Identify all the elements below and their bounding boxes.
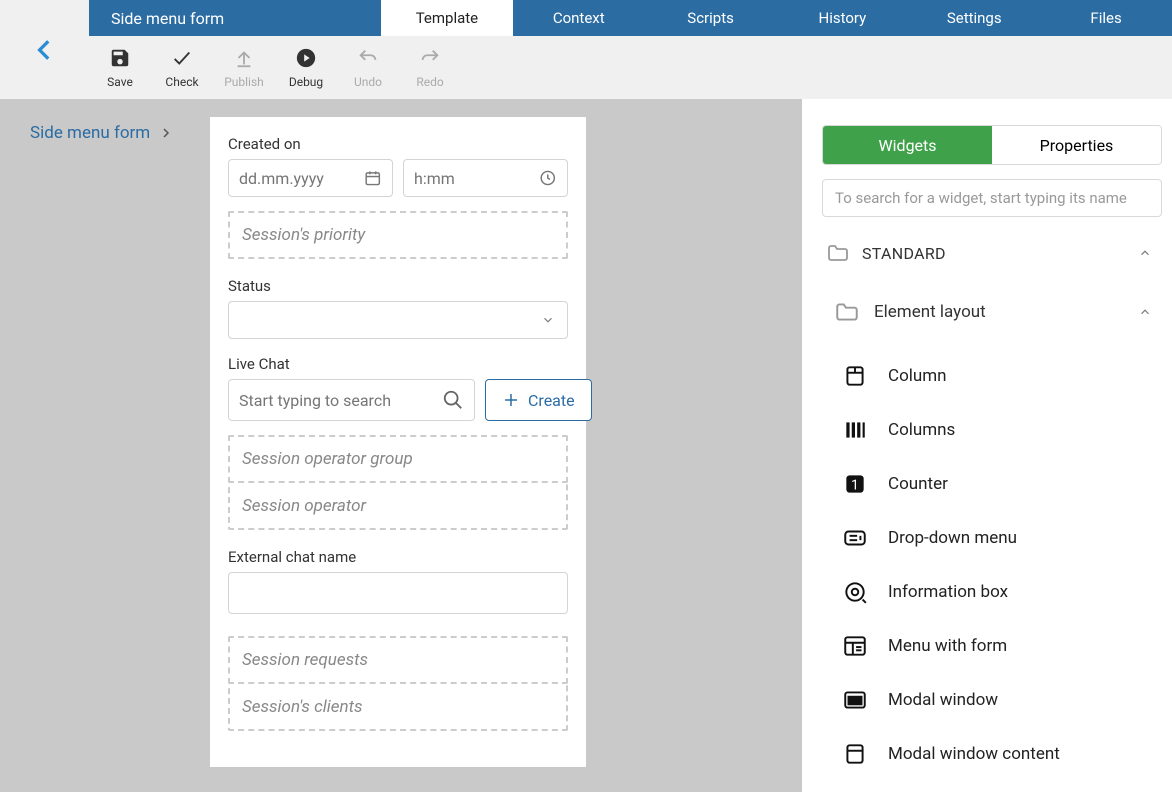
right-panel: Widgets Properties To search for a widge… <box>802 99 1172 792</box>
created-on-label: Created on <box>228 135 568 153</box>
status-select[interactable] <box>228 301 568 339</box>
dropdown-icon <box>842 525 868 551</box>
modalcontent-icon <box>842 741 868 767</box>
columns-icon <box>842 417 868 443</box>
redo-icon <box>419 47 441 69</box>
form-card: Created on Session's priority Status Liv… <box>210 117 586 767</box>
operator-group-slot[interactable]: Session operator group <box>228 435 568 483</box>
chevron-left-icon <box>32 37 58 63</box>
requests-slot[interactable]: Session requests <box>228 636 568 684</box>
tab-scripts[interactable]: Scripts <box>645 0 777 36</box>
operator-slot[interactable]: Session operator <box>228 483 568 530</box>
priority-slot[interactable]: Session's priority <box>228 211 568 259</box>
search-icon <box>442 389 464 411</box>
clients-slot[interactable]: Session's clients <box>228 684 568 731</box>
check-icon <box>171 47 193 69</box>
redo-button[interactable]: Redo <box>399 36 461 99</box>
page-title: Side menu form <box>89 0 381 36</box>
widget-menuform[interactable]: Menu with form <box>822 619 1162 673</box>
clock-icon <box>539 168 557 188</box>
create-button[interactable]: Create <box>485 379 592 421</box>
back-button[interactable] <box>0 0 89 99</box>
svg-text:1: 1 <box>851 477 859 493</box>
tab-files[interactable]: Files <box>1040 0 1172 36</box>
widget-counter[interactable]: 1 Counter <box>822 457 1162 511</box>
undo-icon <box>357 47 379 69</box>
tab-context[interactable]: Context <box>513 0 645 36</box>
plus-icon <box>502 391 520 409</box>
tab-history[interactable]: History <box>776 0 908 36</box>
date-input[interactable] <box>228 159 393 197</box>
save-icon <box>109 47 131 69</box>
publish-icon <box>233 47 255 69</box>
tab-widgets[interactable]: Widgets <box>823 126 992 164</box>
livechat-search[interactable] <box>228 379 475 421</box>
widget-dropdown[interactable]: Drop-down menu <box>822 511 1162 565</box>
widget-columns[interactable]: Columns <box>822 403 1162 457</box>
check-button[interactable]: Check <box>151 36 213 99</box>
widget-infobox[interactable]: Information box <box>822 565 1162 619</box>
counter-icon: 1 <box>842 471 868 497</box>
debug-icon <box>295 47 317 69</box>
tab-properties[interactable]: Properties <box>992 126 1161 164</box>
column-icon <box>842 363 868 389</box>
undo-button[interactable]: Undo <box>337 36 399 99</box>
chevron-right-icon <box>160 127 172 139</box>
tab-template[interactable]: Template <box>381 0 513 36</box>
chevron-down-icon <box>541 313 555 327</box>
calendar-icon <box>364 168 382 188</box>
tab-settings[interactable]: Settings <box>908 0 1040 36</box>
save-button[interactable]: Save <box>89 36 151 99</box>
status-label: Status <box>228 277 568 295</box>
widget-search[interactable]: To search for a widget, start typing its… <box>822 179 1162 217</box>
widget-column[interactable]: Column <box>822 349 1162 403</box>
widget-modalcontent[interactable]: Modal window content <box>822 727 1162 781</box>
publish-button[interactable]: Publish <box>213 36 275 99</box>
folder-icon <box>834 299 860 325</box>
folder-icon <box>826 241 850 265</box>
debug-button[interactable]: Debug <box>275 36 337 99</box>
subsection-layout[interactable]: Element layout <box>822 295 1162 329</box>
external-name-input[interactable] <box>228 572 568 614</box>
livechat-label: Live Chat <box>228 355 568 373</box>
chevron-up-icon <box>1138 305 1152 319</box>
infobox-icon <box>842 579 868 605</box>
section-standard[interactable]: STANDARD <box>822 235 1162 271</box>
widget-modal[interactable]: Modal window <box>822 673 1162 727</box>
external-name-label: External chat name <box>228 548 568 566</box>
time-input[interactable] <box>403 159 568 197</box>
chevron-up-icon <box>1138 246 1152 260</box>
menuform-icon <box>842 633 868 659</box>
modal-icon <box>842 687 868 713</box>
